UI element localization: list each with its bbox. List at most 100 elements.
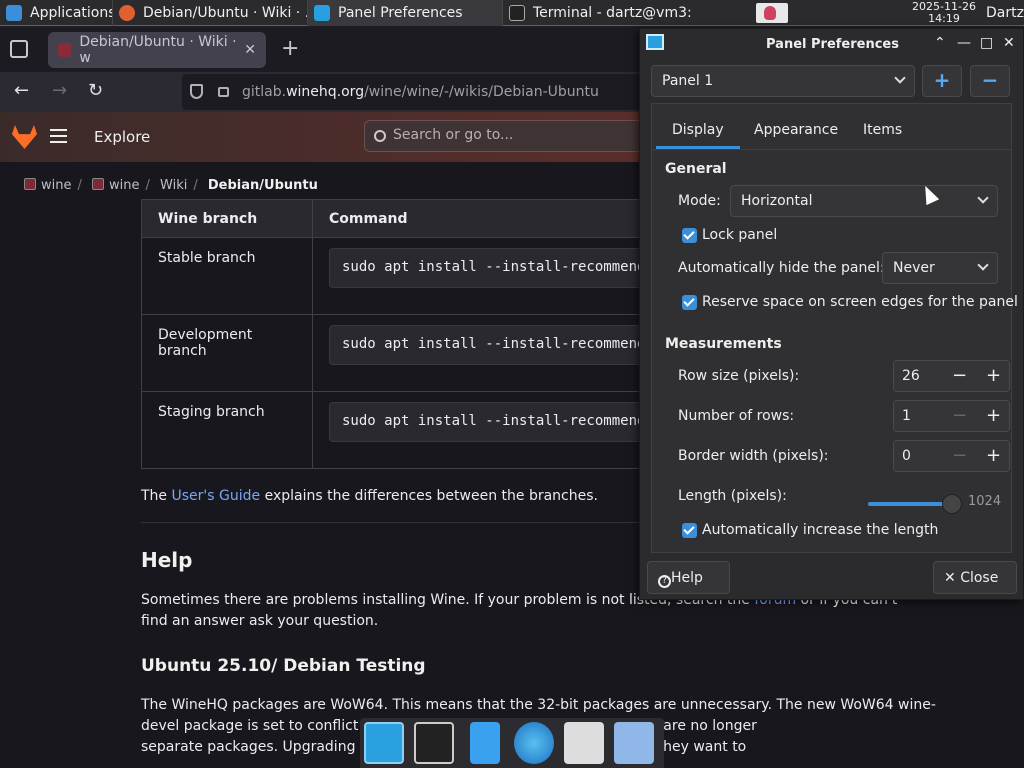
gitlab-header: Explore Search or go to... — [0, 112, 654, 162]
task-terminal[interactable]: Terminal - dartz@vm3: ~ — [502, 0, 697, 26]
shade-icon[interactable]: ⌃ — [934, 35, 946, 51]
firefox-icon — [119, 4, 135, 21]
rows-value[interactable]: 1 — [902, 408, 911, 424]
mode-label: Mode: — [678, 193, 721, 209]
user-name[interactable]: Dartz — [986, 5, 1024, 21]
new-tab-icon[interactable]: + — [281, 36, 299, 61]
panel-select[interactable]: Panel 1 — [651, 65, 915, 97]
wine-branch-table: Wine branch Command Stable branch sudo a… — [141, 199, 686, 469]
task-panel-preferences[interactable]: Panel Preferences — [307, 0, 502, 26]
back-icon[interactable]: ← — [14, 80, 29, 101]
tab-appearance[interactable]: Appearance — [754, 122, 838, 138]
plus-icon[interactable]: + — [986, 445, 1001, 466]
code-block[interactable]: sudo apt install --install-recommends — [329, 325, 669, 365]
search-placeholder: Search or go to... — [393, 127, 514, 143]
auto-length-label[interactable]: Automatically increase the length — [702, 522, 938, 538]
forward-icon[interactable]: → — [52, 80, 67, 101]
measurements-section-title: Measurements — [665, 336, 782, 352]
display-tab-content: General Mode: Horizontal Lock panel Auto… — [651, 149, 1018, 553]
task-label: Terminal - dartz@vm3: ~ — [533, 4, 697, 21]
tab-items[interactable]: Items — [863, 122, 902, 138]
border-width-value[interactable]: 0 — [902, 448, 911, 464]
crumb-current: Debian/Ubuntu — [207, 178, 318, 193]
chevron-down-icon — [977, 259, 989, 271]
terminal-icon — [509, 4, 525, 21]
branch-cell: Stable branch — [141, 237, 313, 315]
rows-spinner[interactable]: 1 − + — [893, 400, 1010, 432]
help-label: Help — [671, 570, 703, 586]
wine-favicon-icon — [58, 43, 72, 57]
menu-icon[interactable] — [50, 129, 67, 143]
help-icon: ? — [658, 575, 671, 588]
crumb-wiki[interactable]: Wiki — [160, 178, 187, 193]
length-label: Length (pixels): — [678, 488, 787, 504]
reserve-space-label[interactable]: Reserve space on screen edges for the pa… — [702, 294, 1018, 310]
help-heading: Help — [141, 548, 193, 572]
dock — [360, 718, 664, 768]
crumb-wine-group[interactable]: wine — [41, 178, 71, 193]
autohide-select[interactable]: Never — [882, 252, 998, 284]
ubuntu-heading: Ubuntu 25.10/ Debian Testing — [141, 656, 426, 676]
table-row: Development branch sudo apt install --in… — [141, 314, 686, 392]
help-button[interactable]: ? Help — [647, 561, 730, 594]
length-value: 1024 — [968, 494, 1002, 509]
code-block[interactable]: sudo apt install --install-recommends — [329, 248, 669, 288]
users-guide-link[interactable]: User's Guide — [172, 488, 261, 504]
code-block[interactable]: sudo apt install --install-recommends — [329, 402, 669, 442]
minus-icon: − — [952, 445, 968, 466]
clock-time: 14:19 — [928, 12, 960, 25]
explore-link[interactable]: Explore — [94, 128, 150, 146]
mode-select[interactable]: Horizontal — [730, 185, 998, 217]
mode-value: Horizontal — [741, 193, 813, 209]
chevron-down-icon — [894, 72, 906, 84]
applications-menu[interactable]: Applications — [0, 0, 112, 26]
url-text: gitlab.winehq.org/wine/wine/-/wikis/Debi… — [242, 84, 599, 100]
close-window-icon[interactable]: ✕ — [1003, 35, 1015, 51]
close-button[interactable]: ✕ Close — [933, 561, 1017, 594]
lock-panel-label[interactable]: Lock panel — [702, 227, 777, 243]
close-tab-icon[interactable]: ✕ — [244, 42, 256, 58]
folder-icon[interactable] — [614, 722, 654, 764]
web-browser-icon[interactable] — [514, 722, 555, 764]
xfce-logo-icon — [6, 4, 22, 21]
tab-list-icon[interactable] — [10, 40, 28, 58]
clock[interactable]: 2025-11-26 14:19 — [905, 1, 983, 25]
wine-group-icon — [24, 178, 36, 190]
border-width-spinner[interactable]: 0 − + — [893, 440, 1010, 472]
chevron-down-icon — [977, 192, 989, 204]
file-manager-icon[interactable] — [470, 722, 501, 764]
length-slider-handle[interactable] — [942, 494, 962, 514]
maximize-icon[interactable]: □ — [980, 35, 993, 51]
task-firefox[interactable]: Debian/Ubuntu · Wiki · ... — [112, 0, 307, 26]
url-bar[interactable]: gitlab.winehq.org/wine/wine/-/wikis/Debi… — [182, 74, 652, 110]
lock-panel-checkbox[interactable] — [682, 228, 697, 243]
panel-preferences-dialog: Panel Preferences ⌃ — □ ✕ Panel 1 + − Di… — [639, 28, 1024, 600]
lock-icon[interactable] — [218, 87, 229, 97]
tab-title: Debian/Ubuntu · Wiki · w — [79, 34, 237, 66]
panel-icon — [314, 4, 330, 21]
plus-icon[interactable]: + — [986, 405, 1001, 426]
remove-panel-button[interactable]: − — [970, 65, 1010, 97]
tab-display[interactable]: Display — [672, 122, 724, 138]
gitlab-logo-icon[interactable] — [12, 125, 37, 149]
shield-icon[interactable] — [190, 84, 203, 99]
row-size-spinner[interactable]: 26 − + — [893, 360, 1010, 392]
minus-icon[interactable]: − — [952, 365, 967, 386]
terminal-launcher-icon[interactable] — [414, 722, 455, 764]
minimize-icon[interactable]: — — [957, 35, 971, 51]
browser-tab[interactable]: Debian/Ubuntu · Wiki · w ✕ — [48, 32, 266, 68]
reload-icon[interactable]: ↻ — [88, 80, 103, 101]
branch-cell: Staging branch — [141, 391, 313, 469]
plus-icon[interactable]: + — [986, 365, 1001, 386]
close-label: Close — [960, 570, 999, 586]
add-panel-button[interactable]: + — [922, 65, 962, 97]
search-icon — [374, 130, 386, 142]
crumb-wine-project[interactable]: wine — [109, 178, 139, 193]
reserve-space-checkbox[interactable] — [682, 295, 697, 310]
show-desktop-icon[interactable] — [364, 722, 405, 764]
app-finder-icon[interactable] — [564, 722, 605, 764]
row-size-value[interactable]: 26 — [902, 368, 920, 384]
tray-wine-icon[interactable] — [756, 3, 788, 23]
search-input[interactable]: Search or go to... — [364, 120, 654, 152]
auto-length-checkbox[interactable] — [682, 523, 697, 538]
